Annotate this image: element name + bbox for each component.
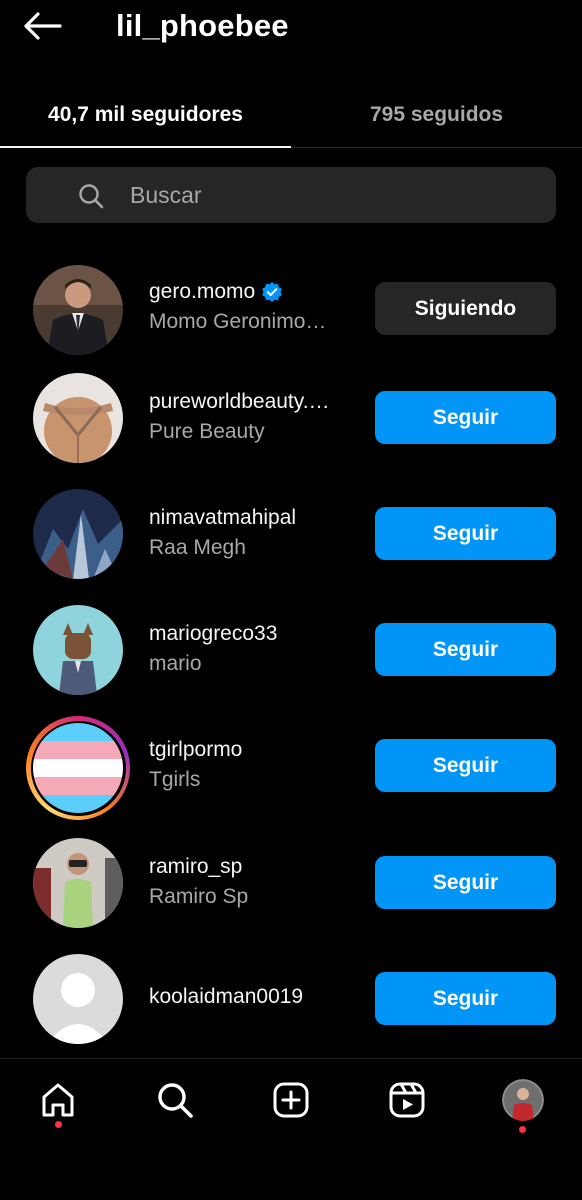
full-name: mario — [149, 652, 202, 675]
username[interactable]: mariogreco33 — [149, 622, 277, 646]
account-names: nimavatmahipal Raa Megh — [149, 506, 361, 560]
follow-tabs: 40,7 mil seguidores 795 seguidos — [0, 82, 582, 148]
header: lil_phoebee — [0, 0, 582, 56]
username-row: gero.momo — [149, 280, 361, 304]
list-item[interactable]: gero.momo Momo Geronimo… Siguiendo — [0, 252, 582, 368]
avatar[interactable] — [28, 949, 128, 1049]
profile-photo — [33, 373, 123, 463]
tab-followers[interactable]: 40,7 mil seguidores — [0, 82, 291, 148]
profile-photo — [33, 265, 123, 355]
verified-badge-icon — [262, 282, 283, 302]
nav-reels[interactable] — [384, 1077, 430, 1123]
username[interactable]: ramiro_sp — [149, 855, 242, 879]
notification-dot — [55, 1121, 62, 1128]
list-item[interactable]: ramiro_sp Ramiro Sp Seguir — [0, 825, 582, 941]
follow-button[interactable]: Seguir — [375, 972, 556, 1025]
story-ring-gap — [30, 720, 126, 816]
username[interactable]: pureworldbeauty.… — [149, 390, 330, 414]
full-name: Tgirls — [149, 768, 201, 791]
avatar[interactable] — [28, 600, 128, 700]
account-names: ramiro_sp Ramiro Sp — [149, 855, 361, 909]
list-item[interactable]: tgirlpormo Tgirls Seguir — [0, 708, 582, 824]
nav-create[interactable] — [268, 1077, 314, 1123]
account-names: gero.momo Momo Geronimo… — [149, 280, 361, 334]
full-name: Momo Geronimo… — [149, 310, 327, 333]
account-names: tgirlpormo Tgirls — [149, 738, 361, 792]
search-icon — [158, 1083, 193, 1118]
active-tab-indicator — [0, 146, 291, 148]
avatar[interactable] — [28, 260, 128, 360]
follow-button[interactable]: Seguir — [375, 391, 556, 444]
create-post-icon — [273, 1082, 309, 1118]
list-item[interactable]: koolaidman0019 Seguir — [0, 941, 582, 1057]
home-icon — [42, 1083, 74, 1117]
story-ring-avatar[interactable] — [26, 716, 130, 820]
follow-button[interactable]: Seguir — [375, 739, 556, 792]
list-item[interactable]: pureworldbeauty.… Pure Beauty Seguir — [0, 360, 582, 476]
username[interactable]: nimavatmahipal — [149, 506, 296, 530]
account-names: pureworldbeauty.… Pure Beauty — [149, 390, 361, 444]
profile-photo — [33, 723, 123, 813]
follow-button[interactable]: Seguir — [375, 623, 556, 676]
account-names: koolaidman0019 — [149, 985, 361, 1009]
search-input[interactable] — [130, 167, 530, 223]
username-row: koolaidman0019 — [149, 985, 361, 1009]
following-button[interactable]: Siguiendo — [375, 282, 556, 335]
full-name: Raa Megh — [149, 536, 246, 559]
list-item[interactable]: mariogreco33 mario Seguir — [0, 592, 582, 708]
nav-search[interactable] — [152, 1077, 198, 1123]
arrow-left-icon — [24, 12, 62, 40]
avatar[interactable] — [28, 484, 128, 584]
profile-photo — [33, 605, 123, 695]
username-row: pureworldbeauty.… — [149, 390, 361, 414]
tab-following-label: 795 seguidos — [369, 103, 504, 126]
username-row: nimavatmahipal — [149, 506, 361, 530]
full-name: Pure Beauty — [149, 420, 265, 443]
search-bar[interactable] — [26, 167, 556, 223]
nav-home[interactable] — [35, 1077, 81, 1123]
follow-button[interactable]: Seguir — [375, 856, 556, 909]
profile-avatar — [502, 1079, 544, 1121]
username[interactable]: gero.momo — [149, 280, 255, 304]
nav-profile[interactable] — [500, 1077, 546, 1123]
reels-icon — [389, 1082, 425, 1118]
tab-following[interactable]: 795 seguidos — [291, 82, 582, 148]
bottom-nav — [0, 1058, 582, 1200]
default-avatar-icon — [33, 954, 123, 1044]
back-button[interactable] — [22, 8, 70, 44]
username-row: ramiro_sp — [149, 855, 361, 879]
profile-photo — [33, 489, 123, 579]
follow-button[interactable]: Seguir — [375, 507, 556, 560]
followers-screen: lil_phoebee 40,7 mil seguidores 795 segu… — [0, 0, 582, 1200]
full-name: Ramiro Sp — [149, 885, 249, 908]
username-row: tgirlpormo — [149, 738, 361, 762]
profile-photo — [33, 838, 123, 928]
username[interactable]: tgirlpormo — [149, 738, 242, 762]
search-icon — [79, 184, 104, 209]
username-row: mariogreco33 — [149, 622, 361, 646]
list-item[interactable]: nimavatmahipal Raa Megh Seguir — [0, 476, 582, 592]
notification-dot — [519, 1126, 526, 1133]
avatar[interactable] — [28, 368, 128, 468]
username[interactable]: koolaidman0019 — [149, 985, 303, 1009]
avatar[interactable] — [28, 833, 128, 933]
page-title: lil_phoebee — [116, 8, 289, 43]
account-names: mariogreco33 mario — [149, 622, 361, 676]
tab-followers-label: 40,7 mil seguidores — [48, 103, 243, 126]
